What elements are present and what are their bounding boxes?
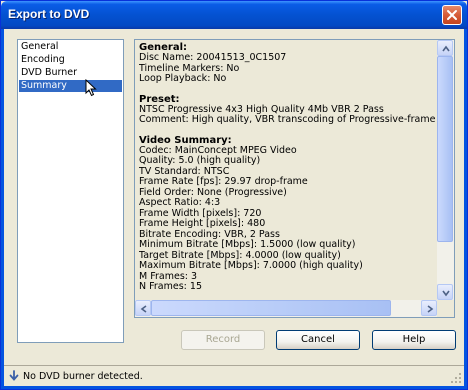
scrollbar-corner (437, 300, 454, 317)
settings-nav-list: General Encoding DVD Burner Summary (17, 39, 124, 343)
summary-line: N Frames: 15 (139, 281, 202, 292)
nav-item-general[interactable]: General (19, 41, 122, 53)
summary-line: Frame Height [pixels]: 480 (139, 218, 266, 229)
export-dvd-dialog: Export to DVD General Encoding DVD Burne… (0, 0, 468, 390)
arrow-up-icon (442, 45, 450, 52)
horizontal-scrollbar[interactable] (135, 300, 437, 317)
help-button[interactable]: Help (372, 330, 456, 350)
summary-line: Quality: 5.0 (high quality) (139, 155, 261, 166)
vertical-scrollbar[interactable] (437, 40, 454, 300)
resize-grip-icon[interactable] (450, 372, 462, 384)
preset-section: Preset: NTSC Progressive 4x3 High Qualit… (139, 94, 435, 126)
summary-line: Maximum Bitrate [Mbps]: 7.0000 (high qua… (139, 260, 363, 271)
window-title: Export to DVD (8, 7, 90, 21)
summary-line: Minimum Bitrate [Mbps]: 1.5000 (low qual… (139, 239, 356, 250)
window-frame-right (464, 29, 467, 389)
arrow-down-icon (442, 290, 450, 297)
horizontal-scroll-thumb[interactable] (151, 300, 391, 316)
title-bar[interactable]: Export to DVD (1, 1, 467, 29)
status-message: No DVD burner detected. (23, 371, 143, 382)
summary-line: Disc Name: 20041513_0C1507 (139, 52, 287, 63)
summary-panel: General: Disc Name: 20041513_0C1507 Time… (134, 39, 455, 318)
arrow-left-icon (140, 305, 147, 313)
summary-line: Aspect Ratio: 4:3 (139, 197, 221, 208)
summary-line: Comment: High quality, VBR transcoding o… (139, 114, 435, 125)
general-section: General: Disc Name: 20041513_0C1507 Time… (139, 42, 435, 85)
record-button[interactable]: Record (181, 330, 265, 350)
summary-line: Frame Rate [fps]: 29.97 drop-frame (139, 176, 308, 187)
close-button[interactable] (442, 5, 462, 25)
scroll-right-button[interactable] (421, 300, 437, 316)
video-section: Video Summary: Codec: MainConcept MPEG V… (139, 135, 435, 293)
status-bar: No DVD burner detected. (4, 365, 464, 386)
nav-item-encoding[interactable]: Encoding (19, 54, 122, 66)
mouse-pointer-icon (85, 79, 97, 97)
arrow-right-icon (427, 305, 434, 313)
scroll-down-button[interactable] (437, 284, 453, 300)
summary-line: Loop Playback: No (139, 73, 227, 84)
video-heading: Video Summary: (139, 134, 232, 146)
summary-text: General: Disc Name: 20041513_0C1507 Time… (139, 42, 435, 300)
preset-heading: Preset: (139, 93, 180, 105)
arrow-down-icon (9, 370, 19, 381)
nav-item-summary[interactable]: Summary (19, 80, 122, 92)
scroll-left-button[interactable] (135, 300, 151, 316)
nav-item-dvd-burner[interactable]: DVD Burner (19, 67, 122, 79)
window-frame-bottom (1, 386, 467, 389)
close-x-icon (447, 10, 457, 20)
window-frame-left (1, 29, 4, 389)
cancel-button[interactable]: Cancel (276, 330, 360, 350)
scroll-up-button[interactable] (437, 40, 453, 56)
vertical-scroll-thumb[interactable] (437, 56, 453, 242)
